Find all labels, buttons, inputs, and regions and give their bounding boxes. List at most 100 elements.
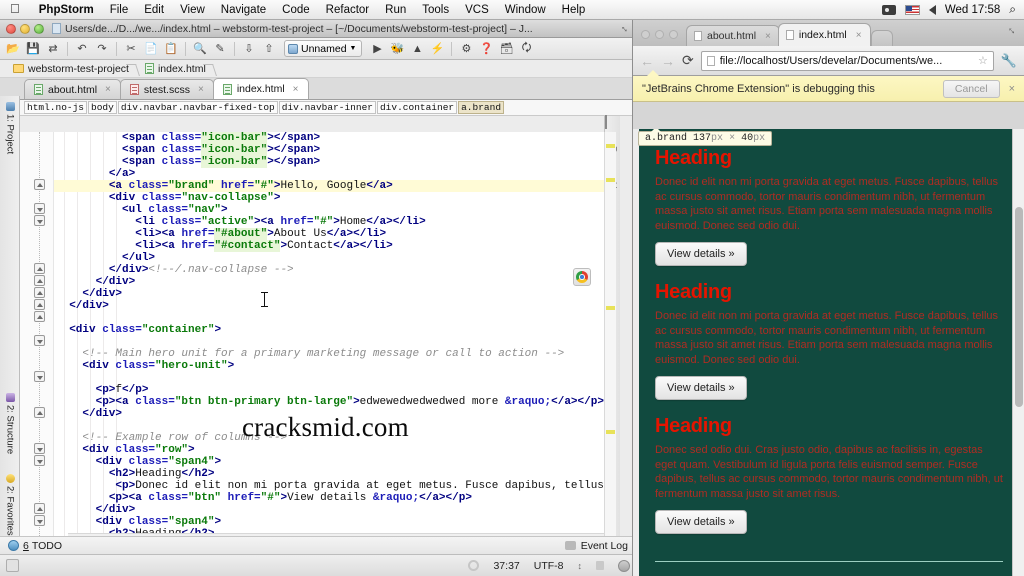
us-flag-icon[interactable] <box>904 4 920 15</box>
fullscreen-icon[interactable]: ↔ <box>618 21 633 36</box>
editor-gutter[interactable] <box>20 132 54 544</box>
event-log-label[interactable]: Event Log <box>581 540 628 552</box>
fold-marker[interactable] <box>34 299 45 310</box>
breadcrumb-item-project[interactable]: webstorm-test-project <box>8 62 138 76</box>
back-icon[interactable]: ← <box>640 53 654 69</box>
caret-position[interactable]: 37:37 <box>493 560 519 572</box>
fold-marker[interactable] <box>34 215 45 226</box>
close-window-button[interactable] <box>641 30 650 39</box>
fold-marker[interactable] <box>34 407 45 418</box>
wrench-icon[interactable]: 🔧 <box>1001 53 1017 69</box>
fold-marker[interactable] <box>34 515 45 526</box>
inspection-profile-icon[interactable] <box>618 559 630 572</box>
menu-item-help[interactable]: Help <box>554 4 594 16</box>
fold-marker[interactable] <box>34 263 45 274</box>
element-path-brand[interactable]: a.brand <box>458 101 505 114</box>
menu-item-tools[interactable]: Tools <box>414 4 457 16</box>
view-details-button[interactable]: View details » <box>655 376 747 400</box>
help-icon[interactable]: ❓ <box>477 40 495 58</box>
element-path-navbar-inner[interactable]: div.navbar-inner <box>278 101 376 114</box>
close-icon[interactable]: × <box>765 31 771 42</box>
copy-icon[interactable]: 📄 <box>142 40 160 58</box>
save-icon[interactable]: 💾 <box>24 40 42 58</box>
rollback-icon[interactable]: 🗘 <box>517 40 535 58</box>
element-path-html[interactable]: html.no-js <box>24 101 88 114</box>
sync-icon[interactable]: ⇄ <box>44 40 62 58</box>
background-tasks-icon[interactable] <box>468 560 480 571</box>
menu-item-refactor[interactable]: Refactor <box>318 4 377 16</box>
paste-icon[interactable]: 📋 <box>162 40 180 58</box>
minimize-window-button[interactable] <box>20 23 30 34</box>
close-icon[interactable]: × <box>198 84 204 95</box>
fold-marker[interactable] <box>34 371 45 382</box>
marker[interactable] <box>606 306 615 310</box>
marker[interactable] <box>606 144 615 148</box>
file-encoding[interactable]: UTF-8 <box>534 560 564 572</box>
fullscreen-icon[interactable]: ↔ <box>1004 22 1020 38</box>
fold-marker[interactable] <box>34 179 45 190</box>
fold-marker[interactable] <box>34 335 45 346</box>
coverage-icon[interactable]: ▲ <box>408 40 426 58</box>
fold-marker[interactable] <box>34 203 45 214</box>
close-icon[interactable]: × <box>1009 83 1015 95</box>
todo-number[interactable]: 6 <box>23 540 29 552</box>
browser-tab-about-html[interactable]: about.html × <box>686 25 780 46</box>
zoom-window-button[interactable] <box>669 30 678 39</box>
bookmark-star-icon[interactable]: ☆ <box>978 54 988 67</box>
menu-item-vcs[interactable]: VCS <box>457 4 497 16</box>
run-configuration-selector[interactable]: Unnamed ▼ <box>284 40 363 57</box>
code-editor[interactable]: <span class="icon-bar"></span> <span cla… <box>20 132 604 544</box>
menubar-clock[interactable]: Wed 17:58 <box>945 4 1000 16</box>
code-text[interactable]: <span class="icon-bar"></span> <span cla… <box>54 132 604 544</box>
page-vertical-scrollbar[interactable] <box>1012 129 1024 576</box>
menu-item-view[interactable]: View <box>172 4 213 16</box>
window-traffic-lights[interactable] <box>0 23 44 34</box>
apple-logo-icon[interactable]:  <box>0 2 31 15</box>
marker[interactable] <box>606 178 615 182</box>
toggle-toolwindows-button[interactable] <box>6 559 19 572</box>
redo-icon[interactable]: ↷ <box>93 40 111 58</box>
debug-icon[interactable]: 🐝 <box>388 40 406 58</box>
open-folder-icon[interactable]: 📂 <box>4 40 22 58</box>
run-icon[interactable]: ▶ <box>368 40 386 58</box>
line-separator-icon[interactable]: ↕ <box>578 561 583 571</box>
fold-marker[interactable] <box>34 275 45 286</box>
menu-item-run[interactable]: Run <box>377 4 414 16</box>
profile-icon[interactable]: ⚡ <box>428 40 446 58</box>
cancel-button[interactable]: Cancel <box>942 79 1000 98</box>
address-bar[interactable]: file://localhost/Users/develar/Documents… <box>700 50 994 71</box>
editor-tab-index-html[interactable]: index.html × <box>212 78 309 99</box>
forward-icon[interactable]: → <box>661 53 675 69</box>
element-path-container[interactable]: div.container <box>376 101 458 114</box>
menu-item-navigate[interactable]: Navigate <box>213 4 274 16</box>
editor-marker-bar[interactable] <box>604 132 616 544</box>
fold-marker[interactable] <box>34 443 45 454</box>
sidebar-item-project[interactable]: 1: Project <box>0 98 20 158</box>
breadcrumb-item-file[interactable]: index.html <box>140 62 215 76</box>
make-module-icon[interactable]: 🗃 <box>497 40 515 58</box>
minimize-window-button[interactable] <box>655 30 664 39</box>
menu-item-code[interactable]: Code <box>274 4 318 16</box>
close-icon[interactable]: × <box>293 84 299 95</box>
replace-icon[interactable]: ✎ <box>211 40 229 58</box>
view-details-button[interactable]: View details » <box>655 242 747 266</box>
zoom-window-button[interactable] <box>34 23 44 34</box>
chrome-traffic-lights[interactable] <box>633 30 686 46</box>
close-window-button[interactable] <box>6 23 16 34</box>
sidebar-item-structure[interactable]: 2: Structure <box>0 389 20 458</box>
menu-item-phpstorm[interactable]: PhpStorm <box>31 4 102 16</box>
web-page-viewport[interactable]: a.brand 137px × 40px Heading Donec id el… <box>633 129 1024 576</box>
screen-recorder-icon[interactable] <box>881 4 896 15</box>
update-project-icon[interactable]: ⇩ <box>240 40 258 58</box>
sidebar-item-favorites[interactable]: 2: Favorites <box>0 470 20 540</box>
new-tab-button[interactable] <box>870 30 893 46</box>
settings-icon[interactable]: ⚙ <box>457 40 475 58</box>
fold-marker[interactable] <box>34 311 45 322</box>
editor-tab-about-html[interactable]: about.html × <box>24 79 121 99</box>
element-path-navbar[interactable]: div.navbar.navbar-fixed-top <box>117 101 278 114</box>
todo-label[interactable]: TODO <box>32 540 62 552</box>
close-icon[interactable]: × <box>105 84 111 95</box>
menu-item-edit[interactable]: Edit <box>136 4 172 16</box>
search-icon[interactable]: ⌕ <box>1009 2 1016 17</box>
browser-tab-index-html[interactable]: index.html × <box>777 23 871 46</box>
